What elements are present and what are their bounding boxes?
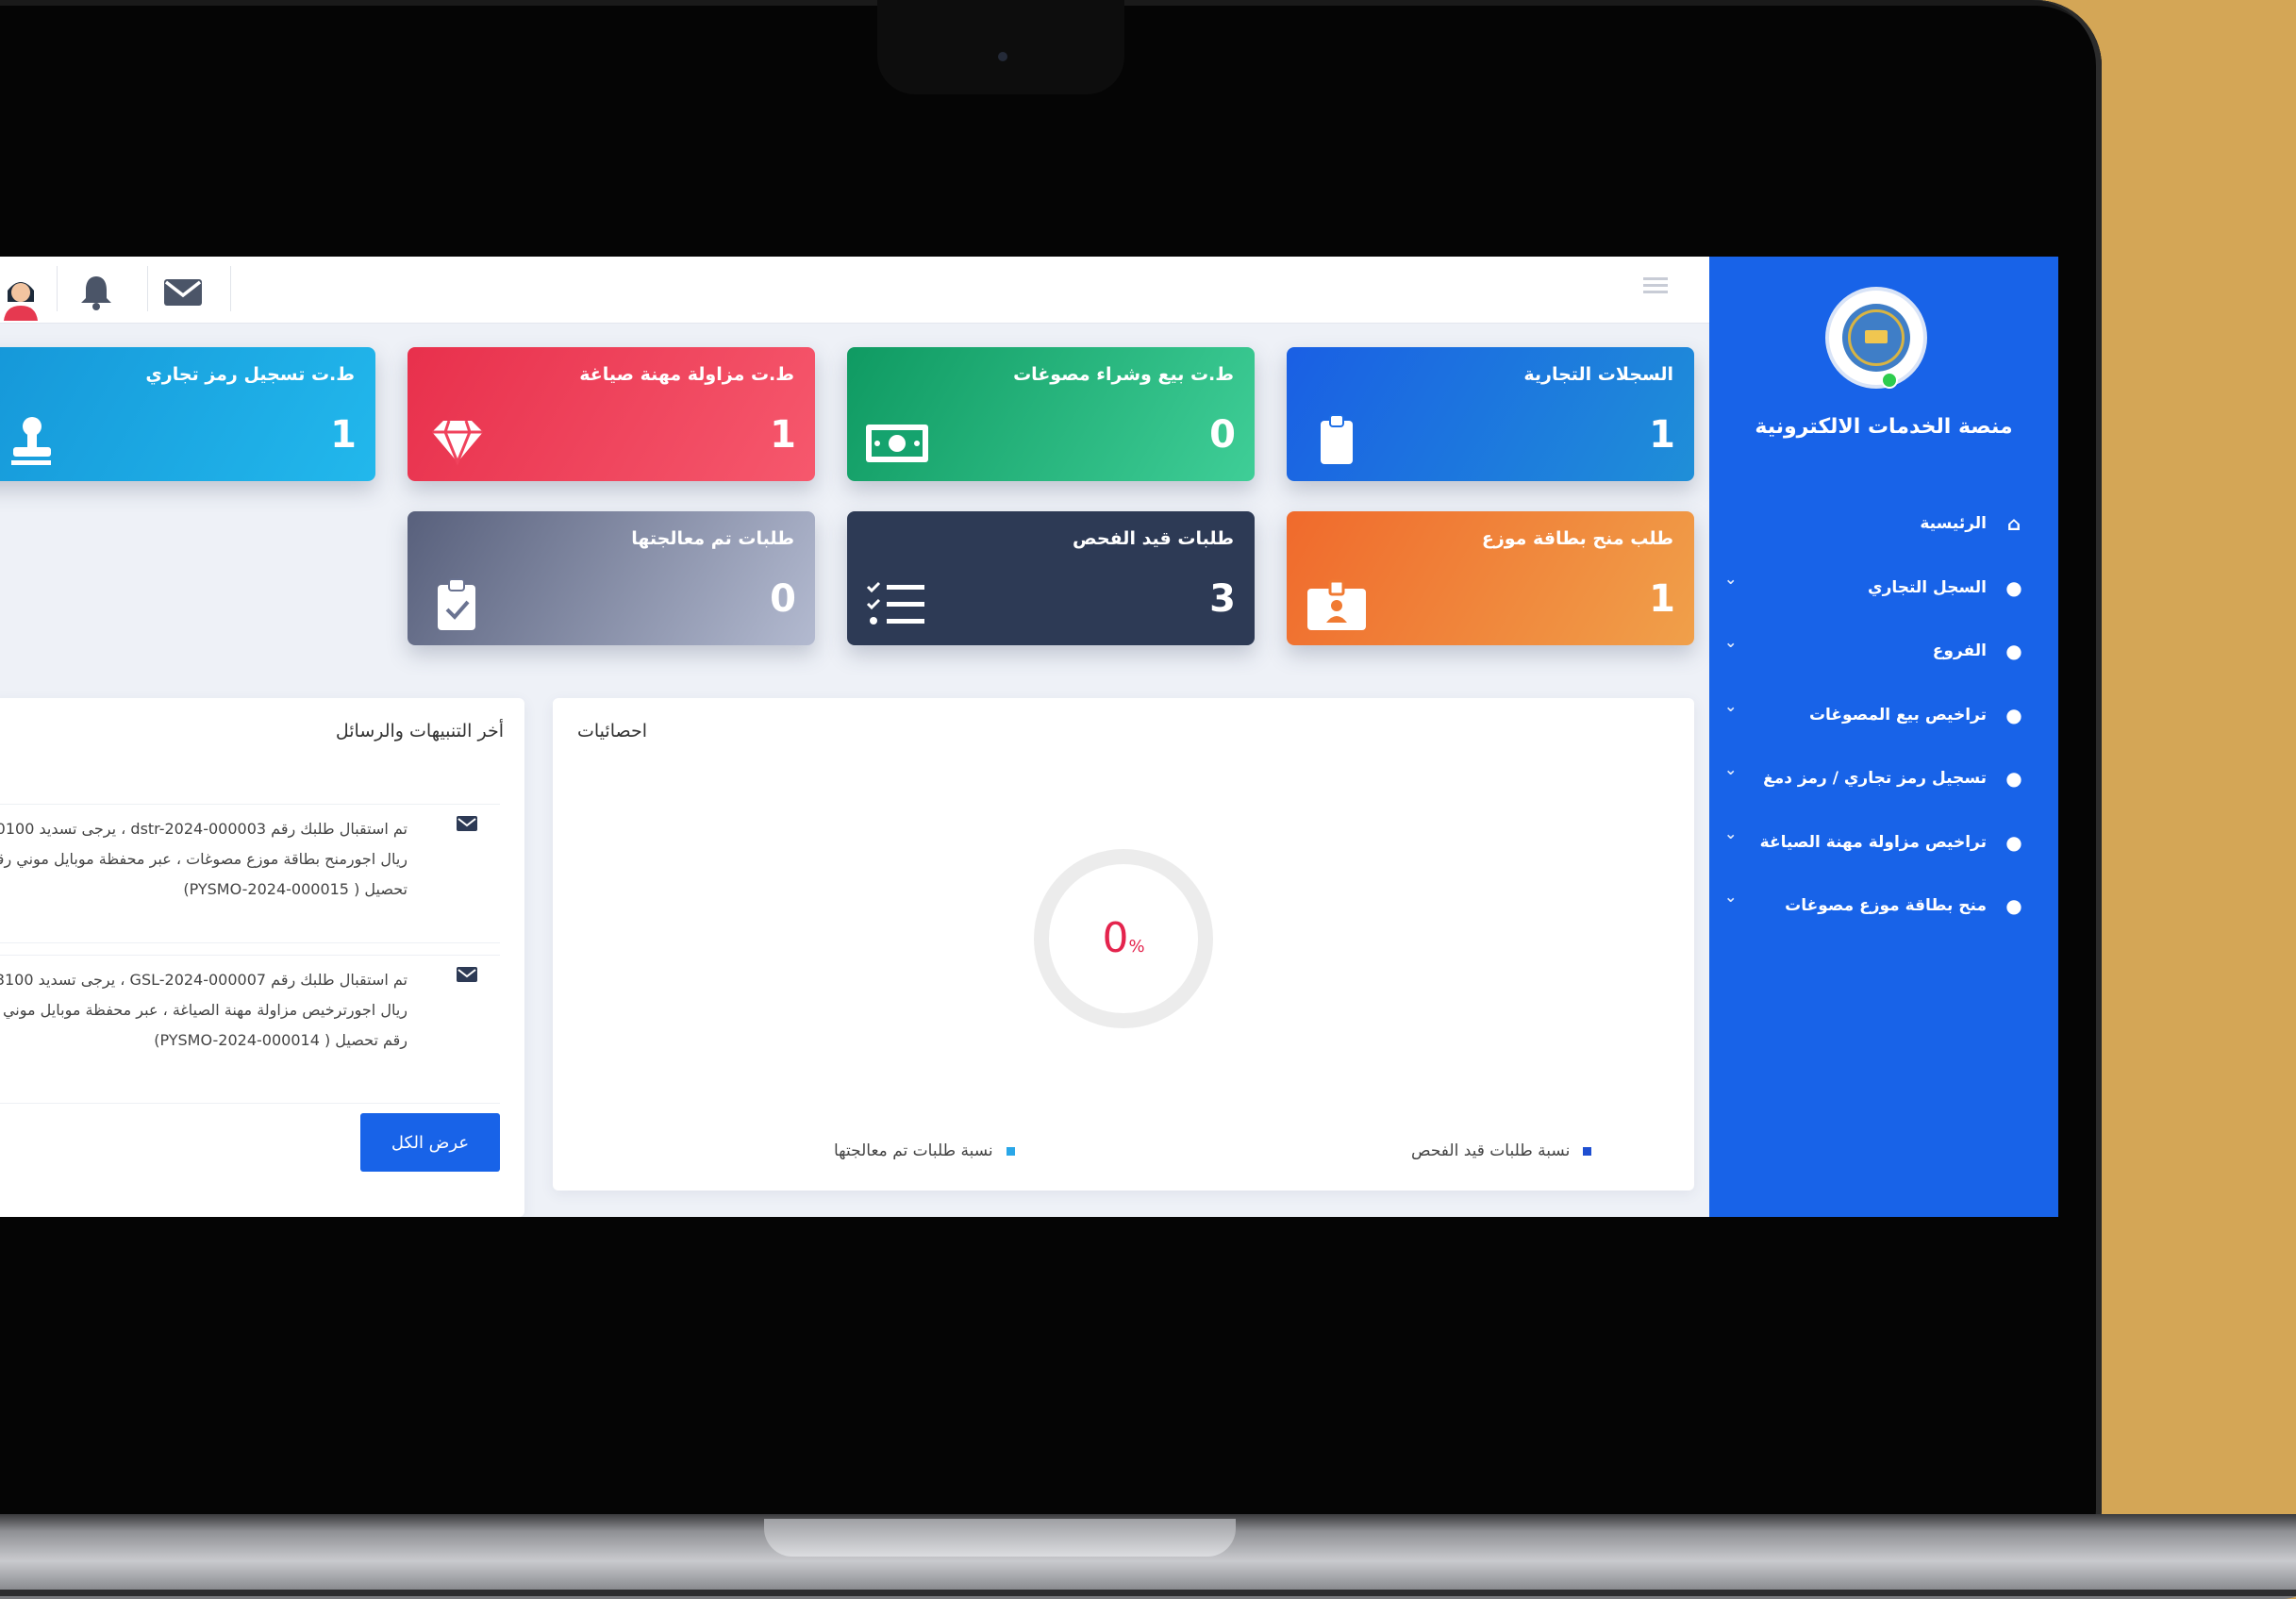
marker-icon: ● [2005, 703, 2022, 726]
sidebar-nav: ⌂ الرئيسية ● السجل التجاري ⌄ ● الفروع ⌄ ● تراخ… [1709, 502, 2058, 948]
card-jewelry-sale-licenses[interactable]: ط.ت بيع وشراء مصوغات 0 [847, 347, 1255, 481]
progress-donut: 0% [1034, 849, 1213, 1028]
marker-icon: ● [2005, 894, 2022, 917]
card-value: 1 [1649, 413, 1675, 457]
chevron-down-icon: ⌄ [1724, 824, 1738, 842]
card-value: 0 [1209, 413, 1236, 457]
percent-value: 0% [1102, 914, 1145, 962]
clipboard-check-icon [438, 578, 475, 630]
topbar-divider [147, 266, 148, 311]
laptop-base-notch [764, 1519, 1236, 1557]
chevron-down-icon: ⌄ [1724, 760, 1738, 778]
notifications-panel: أخر التنبيهات والرسائل تم استقبال طلبك ر… [0, 698, 524, 1217]
marker-icon: ● [2005, 767, 2022, 790]
list-item[interactable]: تم استقبال طلبك رقم dstr-2024-000003 ، ي… [0, 804, 500, 943]
camera-notch [877, 0, 1124, 94]
money-icon [866, 425, 928, 462]
menu-toggle-icon[interactable] [1643, 277, 1668, 296]
panel-title: أخر التنبيهات والرسائل [335, 721, 504, 741]
card-value: 1 [1649, 577, 1675, 621]
diamond-icon [432, 420, 483, 466]
checklist-icon [866, 581, 924, 625]
legend-processed: نسبة طلبات تم معالجتها [834, 1141, 1015, 1160]
card-distributor-card-request[interactable]: طلب منح بطاقة موزع 1 [1287, 511, 1694, 645]
view-all-button[interactable]: عرض الكل [360, 1113, 500, 1172]
sidebar-item-distributor-card[interactable]: ● منح بطاقة موزع مصوغات ⌄ [1709, 884, 2058, 948]
id-badge-icon [1307, 579, 1366, 630]
sidebar-item-commercial-register[interactable]: ● السجل التجاري ⌄ [1709, 566, 2058, 630]
marker-icon: ● [2005, 640, 2022, 662]
sidebar-item-home[interactable]: ⌂ الرئيسية [1709, 502, 2058, 566]
bell-icon[interactable] [75, 274, 117, 311]
card-goldsmith-licenses[interactable]: ط.ت مزاولة مهنة صياغة 1 [408, 347, 815, 481]
mail-icon [457, 816, 477, 831]
topbar-divider [57, 266, 58, 311]
sidebar-item-jewelry-sale-licenses[interactable]: ● تراخيص بيع المصوغات ⌄ [1709, 693, 2058, 758]
chevron-down-icon: ⌄ [1724, 569, 1738, 588]
card-value: 0 [770, 577, 796, 621]
card-title: طلب منح بطاقة موزع [1481, 528, 1673, 549]
card-requests-under-review[interactable]: طلبات قيد الفحص 3 [847, 511, 1255, 645]
mail-icon [457, 967, 477, 982]
card-title: ط.ت مزاولة مهنة صياغة [579, 364, 794, 385]
sidebar-item-branches[interactable]: ● الفروع ⌄ [1709, 629, 2058, 693]
sidebar-item-trademark[interactable]: ● تسجيل رمز تجاري / رمز دمغ ⌄ [1709, 757, 2058, 821]
card-title: طلبات تم معالجتها [631, 528, 794, 549]
chevron-down-icon: ⌄ [1724, 633, 1738, 651]
clipboard-icon [1321, 414, 1353, 464]
sidebar: منصة الخدمات الالكترونية ⌂ الرئيسية ● السج… [1709, 257, 2058, 1217]
card-value: 1 [330, 413, 357, 457]
message-text: تم استقبال طلبك رقم GSL-2024-000007 ، ير… [0, 971, 408, 1049]
card-title: طلبات قيد الفحص [1073, 528, 1234, 549]
card-title: ط.ت تسجيل رمز تجاري [145, 364, 355, 385]
online-status-dot [1881, 372, 1898, 389]
list-item[interactable]: تم استقبال طلبك رقم GSL-2024-000007 ، ير… [0, 955, 500, 1104]
app-screen: السجلات التجارية 1 ط.ت بيع وشراء مصوغات … [0, 257, 2058, 1217]
marker-icon: ● [2005, 575, 2022, 599]
chevron-down-icon: ⌄ [1724, 696, 1738, 715]
message-text: تم استقبال طلبك رقم dstr-2024-000003 ، ي… [0, 820, 408, 898]
home-icon: ⌂ [2006, 512, 2021, 535]
marker-icon: ● [2005, 830, 2022, 854]
chevron-down-icon: ⌄ [1724, 888, 1738, 906]
card-trademark-registration[interactable]: ط.ت تسجيل رمز تجاري 1 [0, 347, 375, 481]
card-title: السجلات التجارية [1523, 364, 1673, 385]
logo [1829, 291, 1923, 389]
statistics-panel: احصائيات 0% نسبة طلبات قيد الفحص نسبة طل… [553, 698, 1694, 1191]
topbar-divider [230, 266, 231, 311]
panel-title: احصائيات [577, 721, 647, 741]
avatar[interactable] [0, 268, 43, 321]
card-value: 3 [1209, 577, 1236, 621]
sidebar-item-goldsmith-licenses[interactable]: ● تراخيص مزاولة مهنة الصياغة ⌄ [1709, 821, 2058, 885]
brand-name: منصة الخدمات الالكترونية [1755, 415, 2013, 439]
stamp-icon [11, 417, 51, 465]
laptop-base-edge [0, 1590, 2296, 1596]
top-bar [0, 257, 1709, 324]
camera-icon [998, 52, 1007, 61]
card-value: 1 [770, 413, 796, 457]
legend-under-review: نسبة طلبات قيد الفحص [1411, 1141, 1592, 1160]
card-commercial-registers[interactable]: السجلات التجارية 1 [1287, 347, 1694, 481]
mail-icon[interactable] [162, 274, 204, 311]
card-title: ط.ت بيع وشراء مصوغات [1013, 364, 1234, 385]
card-processed-requests[interactable]: طلبات تم معالجتها 0 [408, 511, 815, 645]
